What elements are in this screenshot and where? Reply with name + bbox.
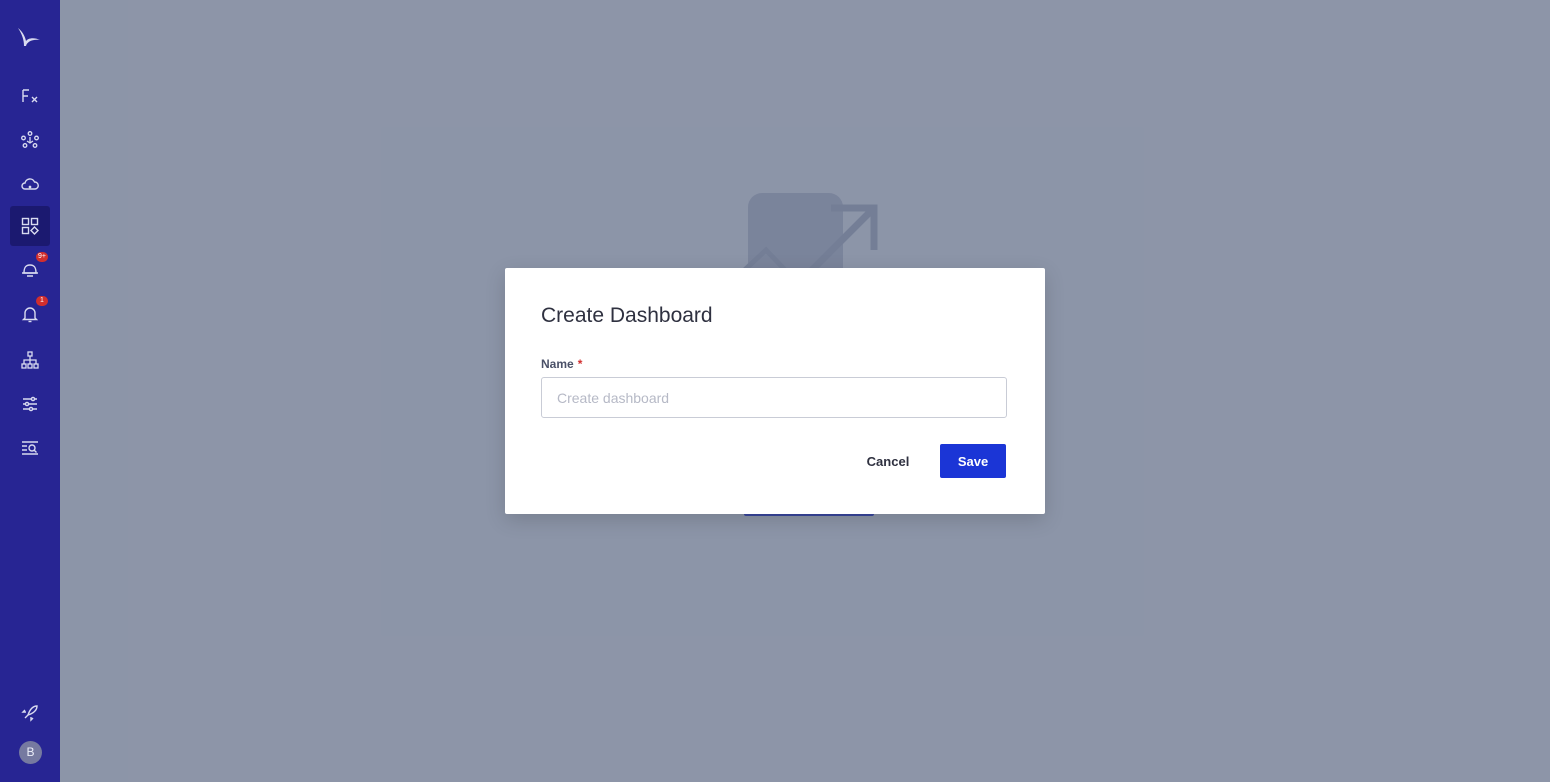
sidebar-item-alerts[interactable]: 9+ [10, 250, 50, 290]
sidebar-item-integrations[interactable] [10, 120, 50, 160]
sidebar-item-cloud[interactable] [10, 164, 50, 204]
user-avatar[interactable]: B [19, 741, 42, 764]
cloud-icon [21, 178, 39, 190]
alerts-badge: 9+ [36, 252, 48, 262]
logo-icon[interactable] [14, 24, 44, 52]
sidebar-item-logs[interactable] [10, 428, 50, 468]
rocket-icon [21, 705, 38, 722]
functions-icon [22, 89, 38, 103]
name-label-text: Name [541, 357, 574, 371]
cancel-button[interactable]: Cancel [857, 444, 919, 478]
sidebar-item-settings[interactable] [10, 384, 50, 424]
save-button[interactable]: Save [940, 444, 1006, 478]
logs-search-icon [22, 441, 38, 455]
name-field-label: Name * [541, 357, 582, 371]
sidebar-item-dashboards[interactable] [10, 206, 50, 246]
sidebar-item-get-started[interactable] [10, 693, 50, 733]
sidebar-item-notifications[interactable]: 1 [10, 294, 50, 334]
service-map-icon [21, 351, 39, 369]
settings-sliders-icon [23, 396, 37, 412]
alerts-icon [22, 264, 38, 277]
dialog-title: Create Dashboard [541, 304, 713, 327]
notifications-badge: 1 [36, 296, 48, 306]
dashboards-icon [21, 217, 39, 235]
notifications-bell-icon [21, 307, 39, 323]
required-mark: * [577, 357, 583, 371]
create-dashboard-dialog: Create Dashboard Name* Cancel Save [505, 268, 1045, 514]
sidebar-item-service-map[interactable] [10, 340, 50, 380]
sidebar-item-functions[interactable] [10, 76, 50, 116]
sidebar: 9+ 1 B [0, 0, 60, 782]
integrations-icon [21, 131, 39, 148]
dashboard-name-input[interactable] [541, 377, 1007, 418]
